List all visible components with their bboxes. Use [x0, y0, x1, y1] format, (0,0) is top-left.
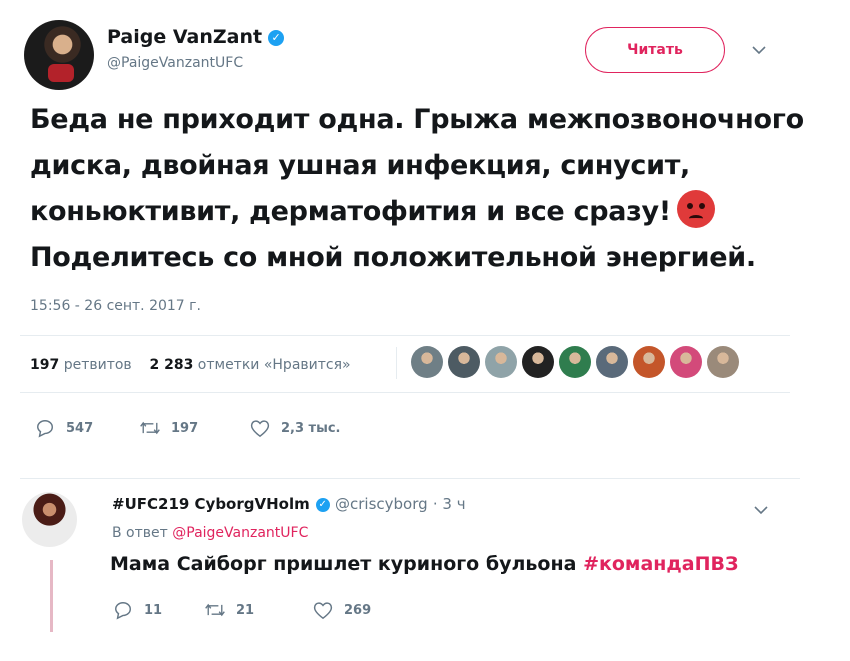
reply-to-prefix: В ответ	[112, 525, 168, 541]
reply-like-count: 269	[344, 602, 372, 618]
liker-avatar[interactable]	[707, 346, 739, 378]
like-count: 2 283	[149, 357, 194, 373]
retweet-action[interactable]: 197	[139, 418, 249, 438]
follow-button[interactable]: Читать	[585, 27, 725, 73]
author-name-text[interactable]: Paige VanZant	[107, 26, 262, 48]
angry-face-icon	[676, 190, 715, 228]
likers-avatars	[411, 346, 739, 378]
reply-to-mention[interactable]: @PaigeVanzantUFC	[172, 525, 308, 541]
reply-retweet-action[interactable]: 21	[204, 600, 312, 620]
reply-retweet-count: 21	[236, 602, 255, 618]
verified-icon: ✓	[268, 30, 285, 46]
chevron-down-icon[interactable]	[754, 500, 768, 519]
liker-avatar[interactable]	[522, 346, 554, 378]
reply-reply-count: 11	[144, 602, 163, 618]
reply-time[interactable]: · 3 ч	[433, 495, 466, 513]
like-action[interactable]: 2,3 тыс.	[249, 418, 341, 438]
tweet-line: коньюктивит, дерматофития и все сразу!	[30, 196, 671, 227]
retweet-action-count: 197	[171, 420, 199, 436]
liker-avatar[interactable]	[485, 346, 517, 378]
like-action-count: 2,3 тыс.	[281, 420, 341, 436]
liker-avatar[interactable]	[559, 346, 591, 378]
retweet-count: 197	[30, 357, 60, 373]
like-label: отметки «Нравится»	[197, 357, 351, 373]
liker-avatar[interactable]	[596, 346, 628, 378]
heart-icon	[313, 602, 333, 620]
reply-action[interactable]: 547	[34, 418, 139, 438]
stats-separator	[396, 347, 397, 379]
chevron-down-icon[interactable]	[752, 40, 766, 59]
reply-author-handle[interactable]: @criscyborg	[335, 495, 428, 513]
reply-text: Мама Сайборг пришлет куриного бульона #к…	[110, 553, 738, 575]
liker-avatar[interactable]	[448, 346, 480, 378]
tweet-line-with-emoji: коньюктивит, дерматофития и все сразу!	[30, 189, 820, 235]
reply-author-avatar[interactable]	[22, 492, 77, 547]
tweet-timestamp[interactable]: 15:56 - 26 сент. 2017 г.	[30, 298, 201, 314]
liker-avatar[interactable]	[411, 346, 443, 378]
reply-author-name[interactable]: #UFC219 CyborgVHolm	[112, 495, 310, 513]
divider	[20, 478, 800, 479]
reply-like-action[interactable]: 269	[312, 600, 371, 620]
divider	[20, 392, 790, 393]
liker-avatar[interactable]	[633, 346, 665, 378]
tweet-line: диска, двойная ушная инфекция, синусит,	[30, 150, 691, 181]
author-avatar[interactable]	[24, 20, 94, 90]
reply-reply-action[interactable]: 11	[112, 600, 204, 620]
retweet-label: ретвитов	[63, 357, 132, 373]
author-handle[interactable]: @PaigeVanzantUFC	[107, 55, 243, 71]
tweet-stats: 197 ретвитов 2 283 отметки «Нравится»	[30, 357, 351, 373]
retweet-icon	[205, 603, 225, 617]
tweet-actions: 547 197 2,3 тыс.	[34, 418, 341, 438]
like-count-link[interactable]: 2 283 отметки «Нравится»	[149, 357, 350, 373]
author-name[interactable]: Paige VanZant ✓	[107, 26, 285, 48]
reply-icon	[114, 602, 131, 620]
reply-hashtag[interactable]: #командаПВЗ	[583, 553, 738, 575]
verified-icon: ✓	[315, 498, 330, 512]
reply-count: 547	[66, 420, 94, 436]
heart-icon	[250, 420, 270, 438]
divider	[20, 335, 790, 336]
thread-line	[50, 560, 53, 632]
tweet-text: Беда не приходит одна. Грыжа межпозвоноч…	[30, 97, 820, 281]
liker-avatar[interactable]	[670, 346, 702, 378]
tweet-line: Поделитесь со мной положительной энергие…	[30, 242, 756, 273]
reply-to-line: В ответ @PaigeVanzantUFC	[112, 525, 308, 541]
reply-icon	[36, 420, 53, 438]
reply-header: #UFC219 CyborgVHolm ✓ @criscyborg · 3 ч	[112, 495, 466, 513]
reply-actions: 11 21 269	[112, 600, 371, 620]
retweet-icon	[140, 421, 160, 435]
tweet-line: Беда не приходит одна. Грыжа межпозвоноч…	[30, 104, 804, 135]
retweet-count-link[interactable]: 197 ретвитов	[30, 357, 132, 373]
reply-body: Мама Сайборг пришлет куриного бульона	[110, 553, 577, 575]
